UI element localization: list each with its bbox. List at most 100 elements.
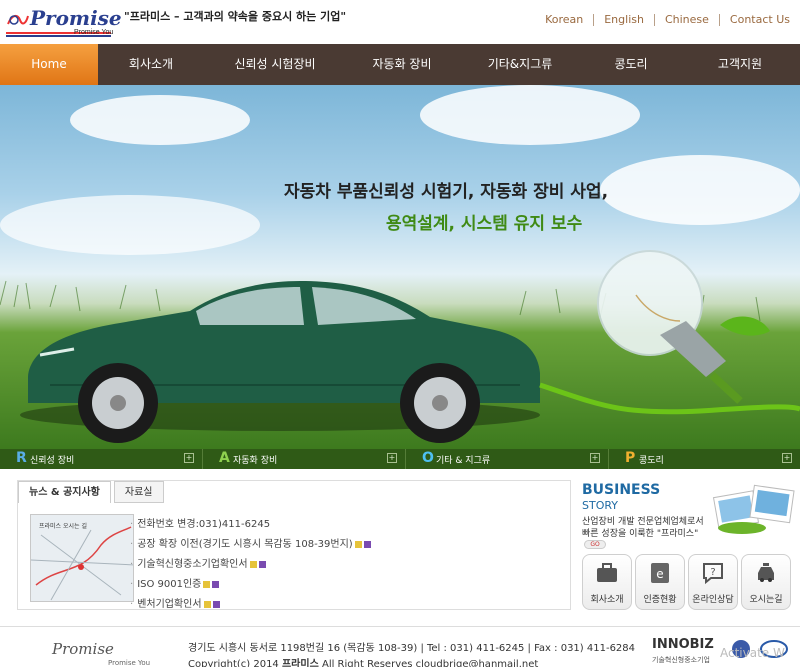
- footer: Promise Promise You 경기도 시흥시 동서로 1198번길 1…: [0, 626, 800, 667]
- certificate-icon: e: [651, 563, 669, 583]
- company-name: 프라미스: [281, 659, 319, 667]
- plus-icon[interactable]: +: [184, 453, 194, 463]
- new-badge-icon: [203, 600, 211, 608]
- header: Promise Promise You "프라미스 – 고객과의 약속을 중요시…: [0, 0, 800, 44]
- innobiz-subtext: 기술혁신형중소기업: [652, 656, 710, 664]
- logo-swoosh-icon: [7, 14, 29, 25]
- plus-icon[interactable]: +: [590, 453, 600, 463]
- nav-tab-automation[interactable]: 자동화 장비: [346, 44, 458, 85]
- category-letter: P: [625, 450, 636, 466]
- list-item[interactable]: · 벤처기업확인서: [130, 595, 550, 615]
- plus-icon[interactable]: +: [782, 453, 792, 463]
- nav-tab-jigs[interactable]: 기타&지그류: [458, 44, 582, 85]
- hero-banner: 자동차 부품신뢰성 시험기, 자동화 장비 사업, 용역설계, 시스템 유지 보…: [0, 85, 800, 449]
- business-desc: 빠른 성장을 이룩한 "프라미스": [582, 529, 699, 539]
- category-letter: R: [16, 450, 27, 466]
- copyright-suffix: All Right Reserves cloudbrige@hanmail.ne…: [321, 659, 539, 667]
- category-kongdori[interactable]: P 콩도리 +: [609, 449, 800, 469]
- lang-korean[interactable]: Korean: [535, 14, 593, 26]
- nav-tab-support[interactable]: 고객지원: [680, 44, 800, 85]
- innobiz-logo: INNOBIZ: [652, 637, 714, 652]
- news-item-text[interactable]: 전화번호 변경:031)411-6245: [137, 519, 270, 530]
- category-label: 콩도리: [639, 456, 664, 466]
- category-label: 기타 & 지그류: [436, 456, 491, 466]
- hero-illustration: [0, 250, 800, 443]
- tab-archive[interactable]: 자료실: [113, 481, 164, 503]
- lang-english[interactable]: English: [593, 14, 654, 26]
- quick-company-button[interactable]: 회사소개: [582, 554, 632, 610]
- go-button[interactable]: GO: [584, 540, 606, 549]
- tab-news[interactable]: 뉴스 & 공지사항: [18, 481, 111, 503]
- bullet-icon: ·: [130, 519, 134, 530]
- news-item-text[interactable]: 공장 확장 이전(경기도 시흥시 목감동 108-39번지): [137, 539, 353, 550]
- business-story: BUSINESS STORY 산업장비 개발 전문업체업체로서 빠른 성장을 이…: [580, 480, 800, 550]
- category-letter: A: [219, 450, 230, 466]
- quick-links: 회사소개 e 인증현황 ? 온라인상담 오시는길: [582, 554, 794, 610]
- activate-windows-watermark: Activate W: [720, 646, 785, 660]
- quick-label: 온라인상담: [692, 595, 734, 605]
- news-list: · 전화번호 변경:031)411-6245 · 공장 확장 이전(경기도 시흥시 …: [130, 515, 550, 615]
- bullet-icon: ·: [130, 559, 134, 570]
- quick-label: 오시는길: [749, 595, 783, 605]
- footer-address: 경기도 시흥시 동서로 1198번길 16 (목감동 108-39) | Tel…: [188, 643, 636, 654]
- quick-directions-button[interactable]: 오시는길: [741, 554, 791, 610]
- new-badge-icon: [249, 560, 257, 568]
- bullet-icon: ·: [130, 539, 134, 550]
- news-item-text[interactable]: ISO 9001인증: [137, 579, 201, 590]
- svg-text:?: ?: [710, 567, 715, 578]
- file-icon: [212, 600, 220, 608]
- hero-headline: 자동차 부품신뢰성 시험기, 자동화 장비 사업,: [284, 182, 609, 202]
- category-bar: R 신뢰성 장비 + A 자동화 장비 + O 기타 & 지그류 + P 콩도리…: [0, 449, 800, 469]
- nav-tab-home[interactable]: Home: [0, 44, 98, 85]
- logo[interactable]: Promise Promise You: [4, 6, 122, 38]
- cable: [539, 382, 800, 415]
- nav-tab-kongdori[interactable]: 콩도리: [582, 44, 680, 85]
- category-reliability[interactable]: R 신뢰성 장비 +: [0, 449, 203, 469]
- category-label: 신뢰성 장비: [30, 456, 75, 466]
- news-item-text[interactable]: 벤처기업확인서: [137, 599, 201, 610]
- slogan: "프라미스 – 고객과의 약속을 중요시 하는 기업": [124, 10, 347, 23]
- contact-us-link[interactable]: Contact Us: [718, 14, 800, 26]
- logo-subtext: Promise You: [74, 29, 114, 36]
- logo-text: Promise: [30, 6, 122, 30]
- copyright-prefix: Copyright(c) 2014: [188, 659, 279, 667]
- photo-frames-icon: [712, 484, 795, 534]
- news-panel: 뉴스 & 공지사항 자료실 프라미스 오시는 길 · 전화번호 변경:031)41…: [17, 480, 571, 610]
- quick-label: 회사소개: [590, 595, 624, 605]
- business-title: BUSINESS: [582, 482, 661, 498]
- lang-chinese[interactable]: Chinese: [653, 14, 719, 26]
- file-icon: [258, 560, 266, 568]
- footer-logo[interactable]: Promise Promise You: [52, 639, 150, 667]
- language-menu: Korean English Chinese Contact Us: [535, 14, 800, 26]
- nav-tab-company[interactable]: 회사소개: [98, 44, 204, 85]
- plus-icon[interactable]: +: [387, 453, 397, 463]
- question-bubble-icon: ?: [703, 563, 723, 585]
- footer-logo-text: Promise: [52, 640, 114, 658]
- category-letter: O: [422, 450, 434, 466]
- category-automation[interactable]: A 자동화 장비 +: [203, 449, 406, 469]
- file-icon: [212, 580, 220, 588]
- news-item-text[interactable]: 기술혁신형중소기업확인서: [137, 559, 247, 570]
- briefcase-icon: [597, 563, 617, 582]
- news-tabs: 뉴스 & 공지사항 자료실: [18, 481, 167, 503]
- quick-label: 인증현황: [643, 595, 677, 605]
- main-nav: Home 회사소개 신뢰성 시험장비 자동화 장비 기타&지그류 콩도리 고객지…: [0, 44, 800, 85]
- list-item[interactable]: · 전화번호 변경:031)411-6245: [130, 515, 550, 535]
- new-badge-icon: [203, 580, 211, 588]
- quick-consult-button[interactable]: ? 온라인상담: [688, 554, 738, 610]
- nav-tab-reliability[interactable]: 신뢰성 시험장비: [204, 44, 346, 85]
- list-item[interactable]: · 공장 확장 이전(경기도 시흥시 목감동 108-39번지): [130, 535, 550, 555]
- business-subtitle: STORY: [582, 499, 619, 512]
- list-item[interactable]: · ISO 9001인증: [130, 575, 550, 595]
- bullet-icon: ·: [130, 599, 134, 610]
- map-thumbnail[interactable]: 프라미스 오시는 길: [30, 514, 134, 602]
- footer-logo-subtext: Promise You: [108, 659, 151, 667]
- new-badge-icon: [354, 540, 362, 548]
- map-caption: 프라미스 오시는 길: [39, 523, 87, 530]
- light-bulb-icon: [597, 250, 770, 404]
- file-icon: [363, 540, 371, 548]
- category-label: 자동화 장비: [233, 456, 278, 466]
- category-jigs[interactable]: O 기타 & 지그류 +: [406, 449, 609, 469]
- list-item[interactable]: · 기술혁신형중소기업확인서: [130, 555, 550, 575]
- quick-certs-button[interactable]: e 인증현황: [635, 554, 685, 610]
